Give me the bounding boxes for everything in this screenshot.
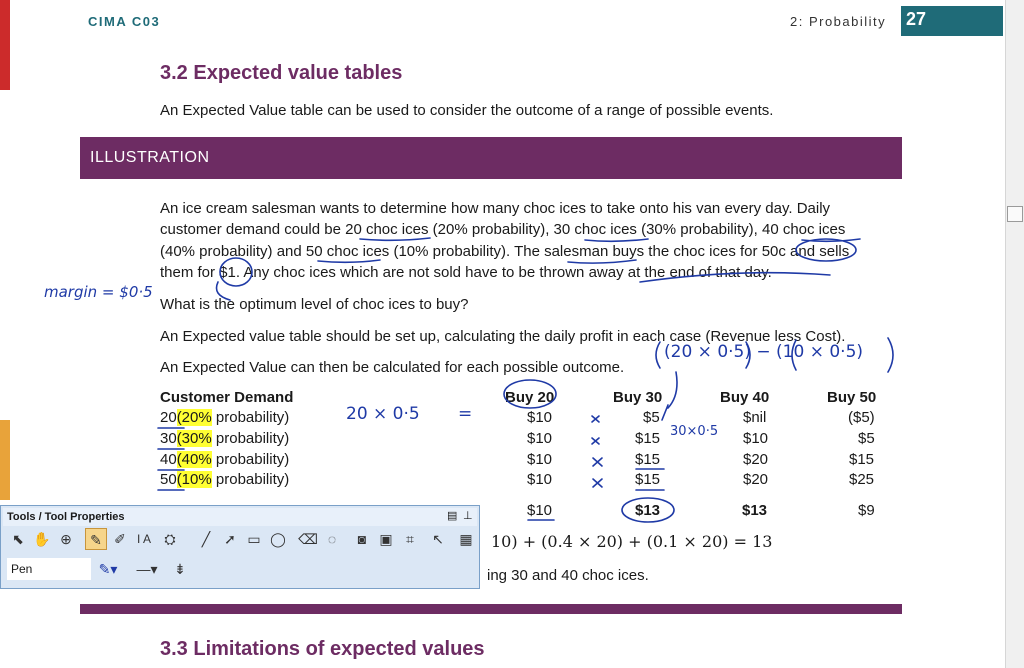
select-arrow-icon[interactable]: ⬉	[7, 528, 29, 550]
ink-circle-1	[219, 257, 253, 287]
eraser-icon[interactable]: ⌫	[297, 528, 319, 550]
ink-underline	[359, 237, 431, 242]
ink-underline	[317, 259, 381, 264]
ink-calc-1-equals: =	[458, 404, 473, 424]
ink-calc-1: 20 × 0·5	[346, 404, 420, 424]
ink-calc-2: (20 × 0·5) − (10 × 0·5)	[664, 342, 864, 362]
panel-title: Tools / Tool Properties	[3, 508, 477, 526]
ink-circle-buy20	[503, 379, 557, 409]
pressure-icon[interactable]: ⇟	[169, 558, 191, 580]
arrow-icon[interactable]: ➚	[219, 528, 241, 550]
rectangle-icon[interactable]: ▭	[243, 528, 265, 550]
camera-icon[interactable]: ◙	[351, 528, 373, 550]
ink-bracket	[887, 337, 894, 373]
ink-cross-mark	[592, 478, 603, 488]
tool-row: ⬉ ✋ ⊕ ✎ ✐ I A ⛭ ╱ ➚ ▭ ◯ ⌫ ◌ ◙ ▣ ⌗ ↖ ▦	[5, 528, 477, 552]
ink-mark	[661, 404, 669, 421]
tool-name-field[interactable]: Pen	[7, 558, 91, 580]
crop-icon[interactable]: ⌗	[399, 528, 421, 550]
text-icon[interactable]: I A	[133, 528, 155, 550]
stamp-icon[interactable]: ⛭	[159, 528, 181, 550]
line-icon[interactable]: ╱	[195, 528, 217, 550]
ink-cross-mark	[591, 437, 600, 445]
pointer-icon[interactable]: ↖	[427, 528, 449, 550]
ink-mark	[667, 371, 678, 409]
properties-row: Pen ✎▾ —▾ ⇟	[5, 556, 477, 582]
tool-properties-panel[interactable]: Tools / Tool Properties ▤ ⊥ ⬉ ✋ ⊕ ✎ ✐ I …	[0, 505, 480, 589]
ink-cross-mark	[591, 415, 600, 423]
ink-underline	[584, 238, 649, 243]
pen-color-icon[interactable]: ✎▾	[97, 558, 119, 580]
hand-icon[interactable]: ✋	[31, 528, 53, 550]
ink-underline	[639, 271, 831, 283]
panel-menu-icon[interactable]: ▤	[447, 509, 457, 522]
ink-bracket	[655, 341, 661, 369]
pin-icon[interactable]: ⊥	[463, 509, 473, 522]
lasso-icon[interactable]: ◌	[321, 528, 343, 550]
screen-icon[interactable]: ▦	[455, 528, 477, 550]
ink-calc-3: 30×0·5	[670, 424, 719, 439]
ink-circle-13	[621, 497, 675, 523]
ink-underline	[567, 259, 637, 264]
ink-circle-50c	[795, 238, 857, 262]
line-width-icon[interactable]: —▾	[133, 558, 161, 580]
insert-image-icon[interactable]: ▣	[375, 528, 397, 550]
pen-icon[interactable]: ✎	[85, 528, 107, 550]
highlighter-icon[interactable]: ✐	[109, 528, 131, 550]
ink-cross-mark	[592, 457, 603, 467]
zoom-icon[interactable]: ⊕	[55, 528, 77, 550]
ink-margin-note: margin = $0·5	[44, 283, 153, 301]
ellipse-icon[interactable]: ◯	[267, 528, 289, 550]
